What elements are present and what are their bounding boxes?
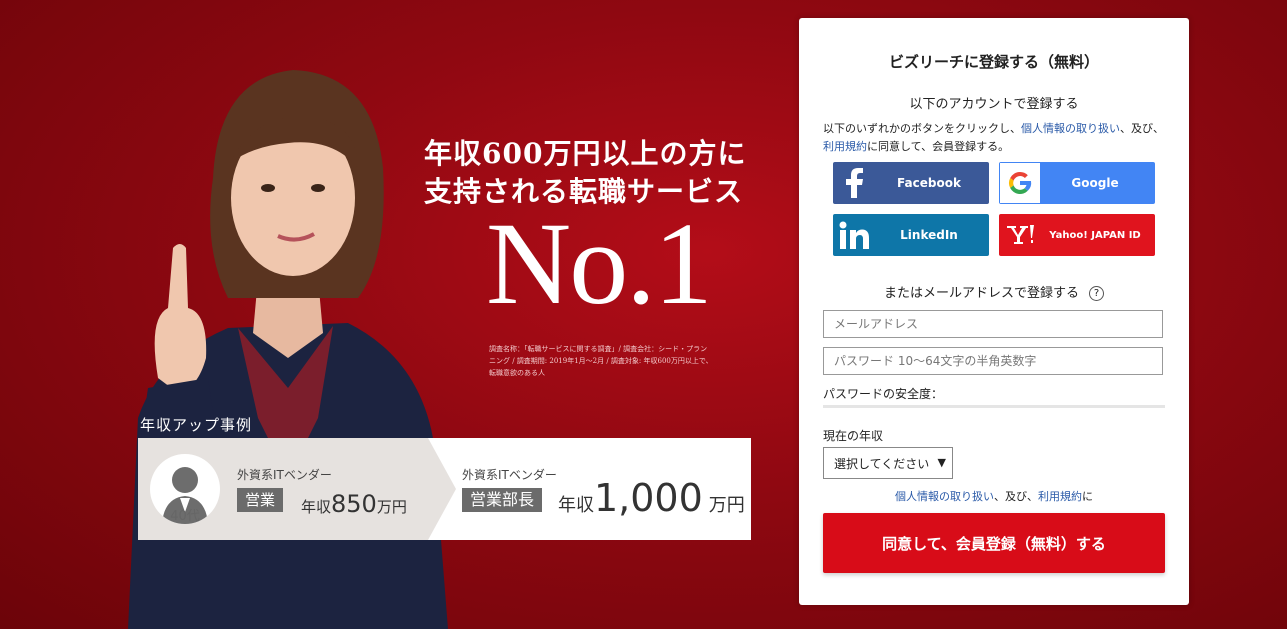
mail-register-label: またはメールアドレスで登録する bbox=[883, 286, 1079, 301]
after-role: 営業部長 bbox=[462, 488, 543, 512]
facebook-register-button[interactable]: Facebook bbox=[833, 162, 989, 204]
income-label: 現在の年収 bbox=[823, 429, 884, 443]
linkedin-register-button[interactable]: LinkedIn bbox=[833, 214, 989, 256]
before-company: 外資系ITベンダー bbox=[237, 468, 332, 482]
avatar: 40代 bbox=[150, 454, 220, 524]
account-register-title: 以下のアカウントで登録する bbox=[909, 97, 1079, 112]
salary-unit: 万円 bbox=[376, 498, 407, 516]
notice-text: に同意して、会員登録する。 bbox=[867, 140, 1010, 153]
salary-prefix: 年収 bbox=[301, 498, 332, 516]
linkedin-icon bbox=[833, 214, 875, 256]
yahoo-register-button[interactable]: Yahoo! JAPAN ID bbox=[999, 214, 1155, 256]
registration-panel: ビズリーチに登録する（無料） 以下のアカウントで登録する 以下のいずれかのボタン… bbox=[799, 18, 1189, 605]
salary-value: 1,000 bbox=[594, 476, 703, 520]
case-arrow bbox=[428, 438, 456, 540]
panel-title: ビズリーチに登録する（無料） bbox=[888, 53, 1099, 71]
privacy-policy-link[interactable]: 個人情報の取り扱い bbox=[1021, 122, 1120, 135]
after-salary: 年収1,000 万円 bbox=[558, 476, 745, 520]
email-input[interactable] bbox=[823, 310, 1163, 338]
after-company: 外資系ITベンダー bbox=[462, 468, 557, 482]
password-input[interactable] bbox=[823, 347, 1163, 375]
google-register-button[interactable]: Google bbox=[999, 162, 1155, 204]
help-icon[interactable]: ? bbox=[1089, 286, 1104, 301]
notice-text: 、及び、 bbox=[1120, 122, 1164, 135]
yahoo-label: Yahoo! JAPAN ID bbox=[1049, 229, 1141, 241]
spokesperson-image bbox=[128, 70, 448, 629]
linkedin-label: LinkedIn bbox=[900, 228, 958, 242]
no1-heading: No.1 bbox=[486, 198, 713, 329]
privacy-text: 、及び、 bbox=[994, 490, 1038, 503]
dropdown-arrow-icon: ▼ bbox=[937, 456, 946, 469]
survey-note-line: 転職意欲のある人 bbox=[489, 369, 545, 377]
hero-section: 年収600万円以上の方に 支持される転職サービス No.1 調査名称：「転職サー… bbox=[0, 0, 790, 629]
salary-prefix: 年収 bbox=[558, 495, 594, 516]
privacy-policy-link[interactable]: 個人情報の取り扱い bbox=[895, 490, 994, 503]
google-label: Google bbox=[1071, 176, 1119, 190]
case-before: 40代 外資系ITベンダー 営業 年収850万円 bbox=[138, 438, 428, 540]
terms-link[interactable]: 利用規約 bbox=[1038, 490, 1082, 503]
google-icon bbox=[1000, 163, 1040, 203]
password-strength-bar bbox=[823, 405, 1165, 408]
before-role: 営業 bbox=[237, 488, 284, 512]
mail-register-title: またはメールアドレスで登録する? bbox=[799, 282, 1189, 301]
salary-case-box: 40代 外資系ITベンダー 営業 年収850万円 外資系ITベンダー 営業部長 … bbox=[138, 438, 751, 540]
case-label: 年収アップ事例 bbox=[140, 416, 253, 434]
consent-notice: 以下のいずれかのボタンをクリックし、個人情報の取り扱い、及び、利用規約に同意して… bbox=[823, 120, 1168, 156]
facebook-icon bbox=[833, 162, 875, 204]
terms-link[interactable]: 利用規約 bbox=[823, 140, 867, 153]
survey-note-line: 調査名称：「転職サービスに関する調査」/ 調査会社：シード・プラン bbox=[489, 345, 708, 353]
income-selected-value: 選択してください bbox=[834, 456, 930, 471]
before-salary: 年収850万円 bbox=[301, 490, 407, 518]
age-label: 40代 bbox=[170, 509, 200, 524]
survey-note-line: ニング / 調査期間: 2019年1月〜2月 / 調査対象: 年収600万円以上… bbox=[489, 357, 713, 365]
privacy-consent: 個人情報の取り扱い、及び、利用規約に bbox=[799, 488, 1189, 504]
facebook-label: Facebook bbox=[897, 176, 961, 190]
income-select[interactable]: 選択してください ▼ bbox=[823, 447, 953, 479]
register-submit-button[interactable]: 同意して、会員登録（無料）する bbox=[823, 513, 1165, 573]
notice-text: 以下のいずれかのボタンをクリックし、 bbox=[823, 122, 1021, 135]
privacy-text: に bbox=[1082, 490, 1093, 503]
yahoo-icon bbox=[999, 214, 1041, 256]
salary-value: 850 bbox=[331, 490, 377, 518]
password-strength-label: パスワードの安全度： bbox=[823, 387, 944, 401]
headline-line-1: 年収600万円以上の方に bbox=[424, 137, 747, 170]
survey-note: 調査名称：「転職サービスに関する調査」/ 調査会社：シード・プラン ニング / … bbox=[489, 343, 759, 379]
salary-unit: 万円 bbox=[708, 495, 745, 516]
